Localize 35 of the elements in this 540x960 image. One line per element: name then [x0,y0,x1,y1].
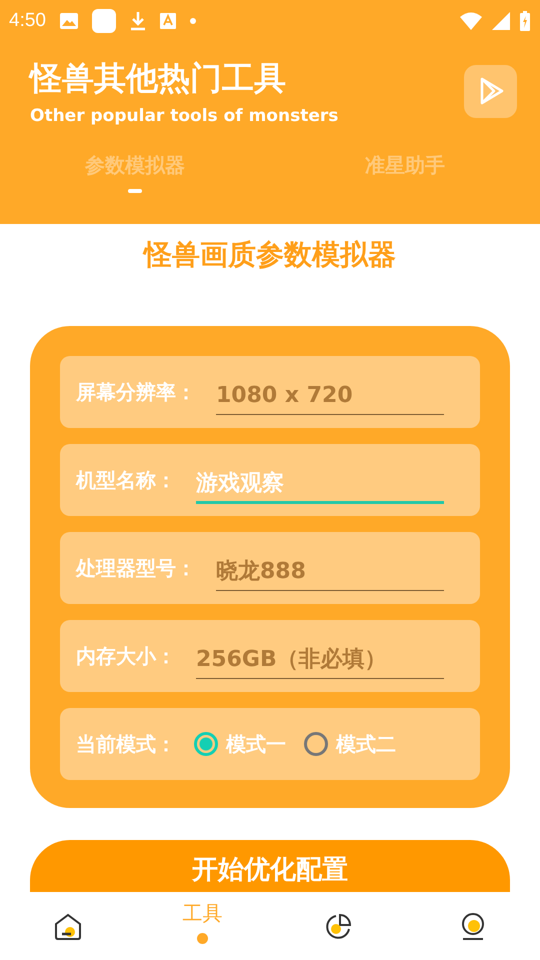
status-time: 4:50 [9,10,46,32]
input-row[interactable]: 内存大小： 256GB（非必填） [60,620,480,692]
download-icon [130,11,146,31]
start-button[interactable]: 开始优化配置 [30,840,510,892]
input-field[interactable]: 游戏观察 [196,464,444,504]
active-dot-icon [197,933,208,944]
field-label: 屏幕分辨率： [76,378,196,406]
home-icon[interactable] [52,912,82,942]
tab[interactable]: 准星助手 [270,152,540,193]
field-label: 机型名称： [76,466,176,494]
page-subtitle: Other popular tools of monsters [30,106,338,126]
signal-icon [492,12,510,30]
battery-icon [520,11,530,31]
input-field[interactable]: 晓龙888 [216,553,444,591]
font-icon [160,13,176,29]
field-label: 内存大小： [76,642,176,670]
field-label: 当前模式： [76,730,176,758]
input-field[interactable]: 256GB（非必填） [196,641,444,679]
dot-icon [190,18,196,24]
radio-button[interactable] [194,732,218,756]
input-row[interactable]: 处理器型号： 晓龙888 [60,532,480,604]
input-row[interactable]: 机型名称： 游戏观察 [60,444,480,516]
input-row[interactable]: 屏幕分辨率： 1080 x 720 [60,356,480,428]
tab[interactable]: 参数模拟器 [0,152,270,193]
wifi-icon [460,12,482,30]
nav-item[interactable]: 工具 [182,900,222,927]
section-heading: 怪兽画质参数模拟器 [142,237,397,273]
input-field[interactable]: 1080 x 720 [216,377,444,415]
radio-button[interactable] [304,732,328,756]
page-title: 怪兽其他热门工具 [30,58,287,99]
radio-label[interactable]: 模式二 [336,730,396,758]
app-icon [92,9,116,33]
image-icon [60,13,78,29]
radio-label[interactable]: 模式一 [226,730,286,758]
field-label: 处理器型号： [76,554,196,582]
